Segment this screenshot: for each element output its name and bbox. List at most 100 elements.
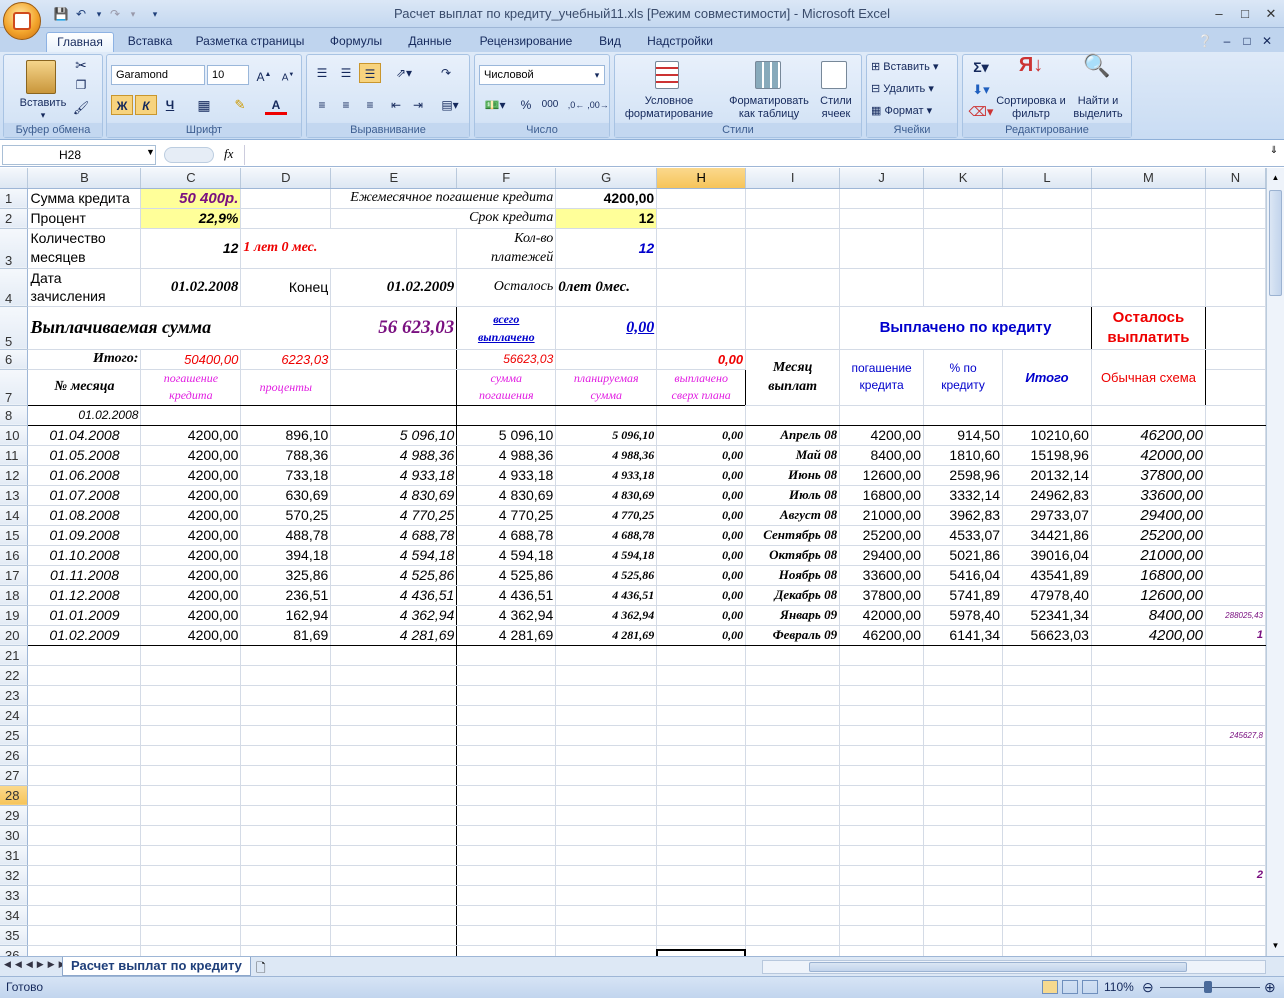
empty-cell[interactable]	[555, 825, 658, 846]
cell-h3[interactable]	[656, 228, 747, 269]
empty-cell[interactable]	[1002, 745, 1092, 766]
empty-cell[interactable]	[1091, 785, 1206, 806]
empty-cell[interactable]	[839, 705, 925, 726]
empty-cell[interactable]	[656, 645, 747, 666]
empty-cell[interactable]	[745, 665, 841, 686]
font-color-icon[interactable]: A	[265, 95, 287, 115]
empty-cell[interactable]	[656, 725, 747, 746]
cell-n[interactable]	[1205, 445, 1266, 466]
cell-k8[interactable]	[923, 405, 1004, 426]
cell-l2[interactable]	[1002, 208, 1092, 229]
empty-cell[interactable]	[240, 884, 332, 906]
zoom-in-icon[interactable]: ⊕	[1264, 979, 1276, 996]
cell-paid-interest[interactable]: 3962,83	[923, 505, 1004, 526]
empty-cell[interactable]	[923, 645, 1004, 666]
empty-cell[interactable]	[839, 925, 925, 946]
cell-paid-principal[interactable]: 29400,00	[839, 545, 925, 566]
empty-cell[interactable]	[1091, 685, 1206, 706]
empty-cell[interactable]	[656, 745, 747, 766]
percent-button[interactable]: %	[515, 95, 537, 115]
cell-payment[interactable]: 4 594,18	[330, 545, 458, 566]
cell-payment-sum[interactable]: 4 770,25	[456, 505, 557, 526]
cell-principal[interactable]: 4200,00	[140, 525, 242, 546]
empty-cell[interactable]	[923, 805, 1004, 826]
name-box[interactable]: H28	[2, 145, 156, 165]
cell-paid-interest[interactable]: 1810,60	[923, 445, 1004, 466]
cell-principal[interactable]: 4200,00	[140, 565, 242, 586]
cell-g5[interactable]: 0,00	[555, 305, 658, 350]
cell-g6[interactable]	[555, 348, 658, 370]
row-header[interactable]: 30	[0, 825, 29, 846]
row-header[interactable]: 5	[0, 306, 29, 350]
empty-cell[interactable]	[656, 705, 747, 726]
empty-cell[interactable]	[1091, 805, 1206, 826]
cell-month[interactable]: Сентябрь 08	[745, 525, 841, 546]
cell-payment-sum[interactable]: 4 436,51	[456, 585, 557, 606]
cell-planned-sum[interactable]: 4 525,86	[555, 565, 658, 586]
redo-icon[interactable]: ↷	[106, 5, 124, 23]
cell-n25[interactable]: 245627,8	[1205, 725, 1266, 746]
empty-cell[interactable]	[555, 785, 658, 806]
empty-cell[interactable]	[140, 845, 242, 866]
row-header[interactable]: 31	[0, 845, 29, 866]
cell-b5[interactable]: Выплачиваемая сумма	[27, 305, 332, 350]
cell-paid-interest[interactable]: 2598,96	[923, 465, 1004, 486]
row-header[interactable]: 12	[0, 465, 29, 486]
empty-cell[interactable]	[839, 805, 925, 826]
row-header[interactable]: 23	[0, 685, 29, 706]
empty-cell[interactable]	[330, 725, 458, 746]
cell-i4[interactable]	[745, 268, 841, 307]
empty-cell[interactable]	[923, 685, 1004, 706]
cell-paid-total[interactable]: 39016,04	[1002, 545, 1092, 566]
cell-principal[interactable]: 4200,00	[140, 585, 242, 606]
empty-cell[interactable]	[140, 685, 242, 706]
empty-cell[interactable]	[240, 945, 332, 956]
cell-n19[interactable]: 288025,43	[1205, 605, 1266, 626]
empty-cell[interactable]	[456, 865, 557, 886]
workbook-close-icon[interactable]: ✕	[1258, 32, 1276, 52]
column-header-m[interactable]: M	[1091, 168, 1206, 189]
cell-c3[interactable]: 12	[140, 228, 242, 269]
cell-interest[interactable]: 488,78	[240, 525, 332, 546]
empty-cell[interactable]	[140, 765, 242, 786]
cut-icon[interactable]: ✂	[70, 58, 92, 72]
empty-cell[interactable]	[555, 705, 658, 726]
empty-cell[interactable]	[140, 705, 242, 726]
empty-cell[interactable]	[140, 925, 242, 946]
cell-month[interactable]: Май 08	[745, 445, 841, 466]
cell-e5[interactable]: 56 623,03	[330, 305, 458, 350]
empty-cell[interactable]	[839, 845, 925, 866]
empty-cell[interactable]	[1002, 765, 1092, 786]
empty-cell[interactable]	[140, 745, 242, 766]
empty-cell[interactable]	[1002, 785, 1092, 806]
cell-payment-sum[interactable]: 4 525,86	[456, 565, 557, 586]
scroll-up-icon[interactable]: ▲	[1268, 170, 1283, 186]
empty-cell[interactable]	[745, 645, 841, 666]
copy-icon[interactable]: ❐	[70, 79, 92, 92]
cell-paid-total[interactable]: 15198,96	[1002, 445, 1092, 466]
tab-review[interactable]: Рецензирование	[466, 32, 586, 52]
office-button[interactable]	[3, 2, 41, 40]
cell-month[interactable]: Август 08	[745, 505, 841, 526]
borders-icon[interactable]: ▦	[193, 95, 215, 115]
empty-cell[interactable]	[1091, 925, 1206, 946]
cell-payment[interactable]: 4 362,94	[330, 605, 458, 626]
empty-cell[interactable]	[1091, 765, 1206, 786]
empty-cell[interactable]	[140, 825, 242, 846]
column-header-e[interactable]: E	[330, 168, 458, 189]
bold-button[interactable]: Ж	[111, 95, 133, 115]
empty-cell[interactable]	[330, 785, 458, 806]
cell-c2[interactable]: 22,9%	[140, 208, 242, 229]
ribbon-restore-icon[interactable]: □	[1238, 32, 1256, 52]
empty-cell[interactable]	[240, 745, 332, 766]
decrease-indent-icon[interactable]: ⇤	[385, 95, 407, 115]
empty-cell[interactable]	[240, 925, 332, 946]
row-header[interactable]: 2	[0, 208, 29, 229]
help-icon[interactable]: ❔	[1196, 32, 1214, 52]
cell-overpaid[interactable]: 0,00	[656, 445, 747, 466]
cell-payment[interactable]: 4 281,69	[330, 625, 458, 646]
page-layout-view-icon[interactable]	[1062, 980, 1078, 994]
empty-cell[interactable]	[555, 925, 658, 946]
empty-cell[interactable]	[1091, 825, 1206, 846]
cell-remaining[interactable]: 4200,00	[1091, 625, 1206, 646]
